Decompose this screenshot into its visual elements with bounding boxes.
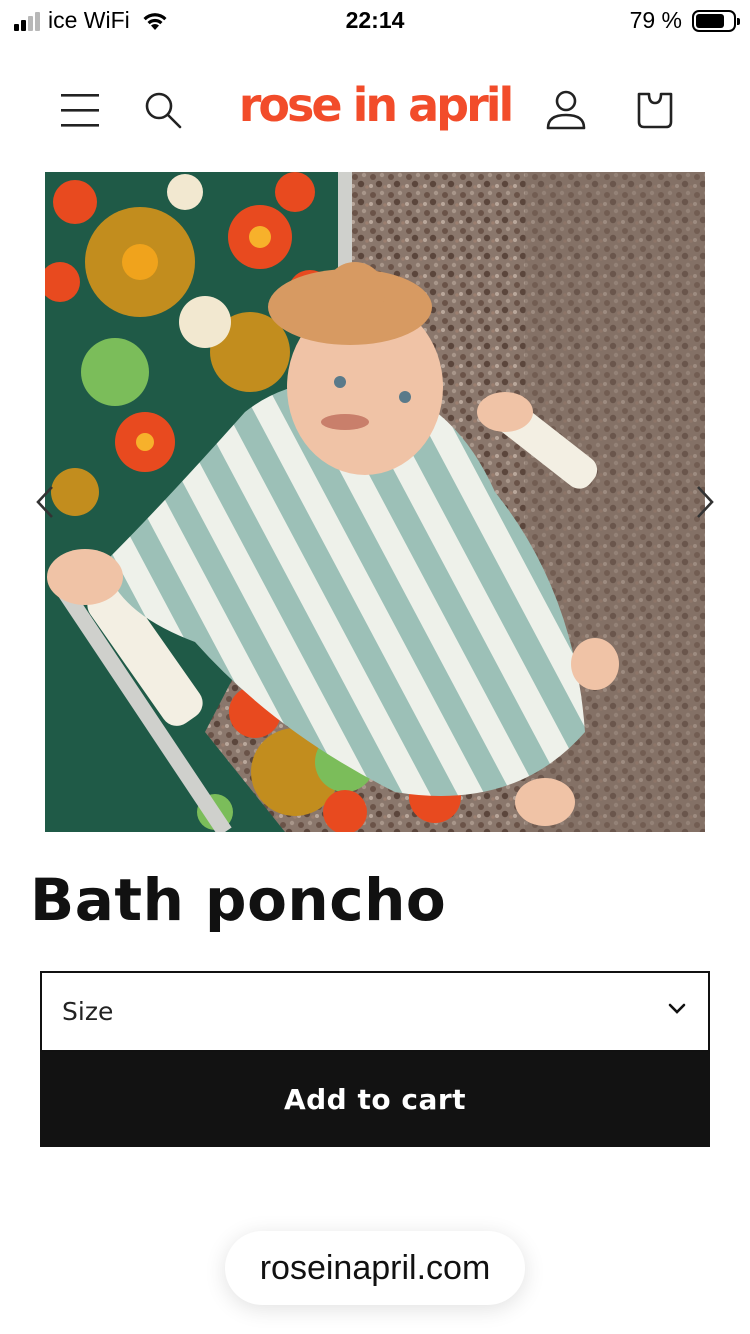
product-photo: [45, 172, 705, 832]
chevron-left-icon: [36, 486, 53, 518]
product-image[interactable]: [45, 172, 705, 832]
site-header: rose in april: [0, 70, 750, 150]
url-bar[interactable]: roseinapril.com: [225, 1231, 525, 1305]
battery-fill: [696, 13, 725, 28]
next-image-button[interactable]: [690, 482, 720, 522]
account-button[interactable]: [536, 80, 596, 140]
cart-icon: [637, 92, 673, 129]
page: ice WiFi 22:14 79 % rose in april Bath p…: [0, 0, 750, 1334]
battery-percentage: 79 %: [629, 7, 682, 33]
chevron-right-icon: [697, 486, 714, 518]
previous-image-button[interactable]: [30, 482, 60, 522]
battery-icon: [692, 9, 740, 32]
cart-button[interactable]: [625, 80, 685, 140]
product-title: Bath poncho: [30, 866, 447, 934]
size-select-label: Size: [62, 997, 114, 1026]
add-to-cart-button[interactable]: Add to cart: [40, 1052, 710, 1147]
account-icon: [546, 90, 586, 130]
status-right: 79 %: [629, 7, 740, 34]
size-select[interactable]: Size: [40, 971, 710, 1052]
chevron-down-icon: [668, 1003, 686, 1014]
status-bar: ice WiFi 22:14 79 %: [0, 0, 750, 40]
